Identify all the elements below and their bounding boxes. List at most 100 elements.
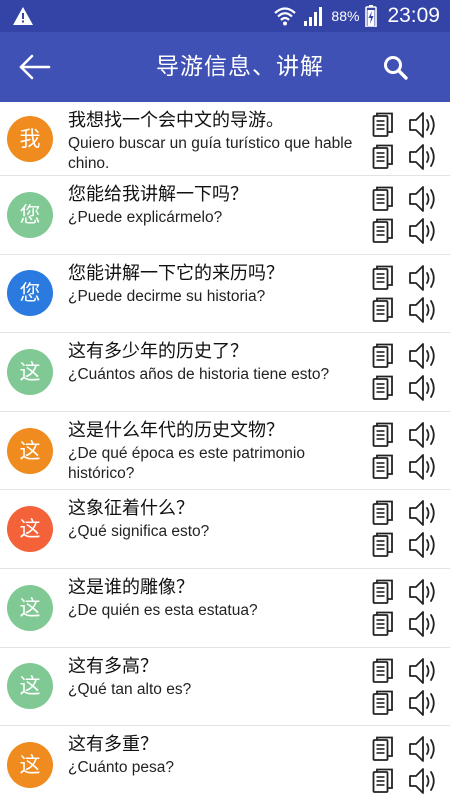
phrase-translation: ¿Qué tan alto es? <box>68 680 192 698</box>
copy-icon <box>372 375 393 401</box>
avatar: 您 <box>7 191 53 238</box>
phrase-texts: 这有多少年的历史了？ ¿Cuántos años de historia tie… <box>68 339 364 385</box>
speak-chinese-button[interactable] <box>408 184 440 214</box>
copy-chinese-button[interactable] <box>372 343 394 369</box>
speaker-icon <box>409 768 435 795</box>
speak-chinese-button[interactable] <box>408 656 440 686</box>
list-item[interactable]: 您 您能给我讲解一下吗？ ¿Puede explicármelo? <box>0 176 450 255</box>
phrase-actions <box>372 734 444 798</box>
phrase-chinese: 您能讲解一下它的来历吗？ <box>68 262 284 284</box>
phrase-texts: 您能给我讲解一下吗？ ¿Puede explicármelo? <box>68 182 364 228</box>
speaker-icon <box>409 736 435 763</box>
speak-chinese-button[interactable] <box>408 577 440 607</box>
phrase-actions <box>372 498 444 562</box>
copy-chinese-button[interactable] <box>372 112 394 138</box>
speaker-icon <box>409 264 435 291</box>
avatar: 您 <box>7 270 53 317</box>
list-item[interactable]: 我 我想找一个会中文的导游。 Quiero buscar un guía tur… <box>0 102 450 176</box>
speak-chinese-button[interactable] <box>408 734 440 764</box>
copy-icon <box>372 579 393 604</box>
phrase-texts: 您能讲解一下它的来历吗？ ¿Puede decirme su historia? <box>68 261 364 307</box>
phrase-actions <box>372 656 444 720</box>
phrase-chinese: 这象征着什么？ <box>68 498 194 520</box>
list-item[interactable]: 这 这是谁的雕像？ ¿De quién es esta estatua? <box>0 569 450 648</box>
copy-translation-button[interactable] <box>372 690 394 716</box>
phrase-translation: ¿De qué época es este patrimonio históri… <box>68 444 305 482</box>
list-item[interactable]: 这 这象征着什么？ ¿Qué significa esto? <box>0 490 450 569</box>
avatar: 这 <box>7 663 53 710</box>
copy-icon <box>372 343 393 369</box>
speaker-icon <box>409 689 435 716</box>
speak-chinese-button[interactable] <box>408 498 440 528</box>
copy-chinese-button[interactable] <box>372 265 394 291</box>
copy-chinese-button[interactable] <box>372 579 394 605</box>
wifi-icon <box>274 7 297 26</box>
copy-icon <box>372 690 393 715</box>
copy-icon <box>372 422 393 447</box>
speaker-icon <box>409 296 435 323</box>
speak-translation-button[interactable] <box>408 452 440 482</box>
speak-translation-button[interactable] <box>408 609 440 639</box>
warning-icon <box>13 7 33 25</box>
copy-translation-button[interactable] <box>372 218 394 244</box>
phrase-chinese: 这有多高？ <box>68 655 158 677</box>
copy-translation-button[interactable] <box>372 768 394 794</box>
phrase-translation: ¿Cuántos años de historia tiene esto? <box>68 366 330 384</box>
speaker-icon <box>409 500 435 527</box>
copy-icon <box>372 658 393 683</box>
copy-chinese-button[interactable] <box>372 186 394 212</box>
phrase-texts: 这是谁的雕像？ ¿De quién es esta estatua? <box>68 575 364 621</box>
speak-translation-button[interactable] <box>408 295 440 325</box>
search-icon <box>384 56 408 80</box>
copy-icon <box>372 532 393 558</box>
copy-translation-button[interactable] <box>372 375 394 401</box>
copy-translation-button[interactable] <box>372 454 394 480</box>
status-bar: 88% 23:09 <box>0 0 450 32</box>
speaker-icon <box>409 218 435 244</box>
copy-translation-button[interactable] <box>372 297 394 323</box>
app-bar: 导游信息、讲解 <box>0 32 450 102</box>
search-button[interactable] <box>380 52 412 84</box>
list-item[interactable]: 这 这有多高？ ¿Qué tan alto es? <box>0 648 450 727</box>
list-item[interactable]: 这 这有多少年的历史了？ ¿Cuántos años de historia t… <box>0 333 450 412</box>
speak-chinese-button[interactable] <box>408 110 440 140</box>
copy-icon <box>372 297 393 322</box>
copy-icon <box>372 112 393 137</box>
status-indicators: 88% 23:09 <box>273 0 440 32</box>
copy-chinese-button[interactable] <box>372 736 394 762</box>
back-button[interactable] <box>16 48 54 86</box>
speaker-icon <box>409 657 435 684</box>
phrase-actions <box>372 110 444 174</box>
phrase-texts: 这有多高？ ¿Qué tan alto es? <box>68 654 364 700</box>
copy-icon <box>372 768 393 794</box>
speak-translation-button[interactable] <box>408 373 440 403</box>
battery-percent: 88% <box>331 8 360 24</box>
avatar: 这 <box>7 506 53 553</box>
copy-chinese-button[interactable] <box>372 422 394 448</box>
phrase-actions <box>372 420 444 484</box>
speak-translation-button[interactable] <box>408 688 440 718</box>
speak-chinese-button[interactable] <box>408 263 440 293</box>
speak-translation-button[interactable] <box>408 530 440 560</box>
phrase-texts: 这象征着什么？ ¿Qué significa esto? <box>68 496 364 542</box>
speak-translation-button[interactable] <box>408 766 440 796</box>
speaker-icon <box>409 112 435 138</box>
list-item[interactable]: 这 这是什么年代的历史文物？ ¿De qué época es este pat… <box>0 412 450 491</box>
speak-translation-button[interactable] <box>408 142 440 172</box>
speak-translation-button[interactable] <box>408 216 440 246</box>
phrase-actions <box>372 341 444 405</box>
copy-chinese-button[interactable] <box>372 500 394 526</box>
copy-translation-button[interactable] <box>372 144 394 170</box>
copy-translation-button[interactable] <box>372 532 394 558</box>
copy-icon <box>372 611 393 636</box>
copy-icon <box>372 454 393 479</box>
copy-icon <box>372 218 393 243</box>
speak-chinese-button[interactable] <box>408 420 440 450</box>
speak-chinese-button[interactable] <box>408 341 440 371</box>
copy-chinese-button[interactable] <box>372 658 394 684</box>
list-item[interactable]: 您 您能讲解一下它的来历吗？ ¿Puede decirme su histori… <box>0 255 450 334</box>
copy-translation-button[interactable] <box>372 611 394 637</box>
phrase-translation: ¿De quién es esta estatua? <box>68 601 258 619</box>
speaker-icon <box>409 532 435 559</box>
list-item[interactable]: 这 这有多重？ ¿Cuánto pesa? <box>0 726 450 800</box>
